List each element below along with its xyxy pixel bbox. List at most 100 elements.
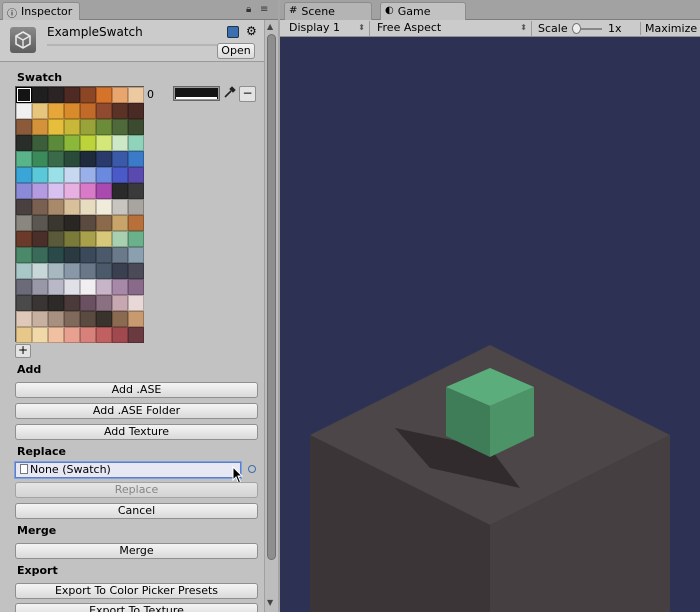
swatch-color-cell[interactable]	[96, 279, 112, 295]
swatch-color-cell[interactable]	[128, 231, 144, 247]
swatch-color-cell[interactable]	[112, 119, 128, 135]
swatch-color-cell[interactable]	[16, 167, 32, 183]
swatch-color-cell[interactable]	[80, 327, 96, 343]
swatch-color-cell[interactable]	[128, 167, 144, 183]
swatch-color-cell[interactable]	[32, 327, 48, 343]
tab-game[interactable]: ◐ Game	[380, 2, 466, 20]
swatch-color-cell[interactable]	[64, 263, 80, 279]
swatch-color-cell[interactable]	[16, 311, 32, 327]
swatch-color-cell[interactable]	[64, 87, 80, 103]
swatch-color-cell[interactable]	[128, 199, 144, 215]
swatch-color-cell[interactable]	[64, 183, 80, 199]
swatch-color-cell[interactable]	[16, 327, 32, 343]
swatch-color-cell[interactable]	[128, 151, 144, 167]
swatch-color-cell[interactable]	[80, 199, 96, 215]
swatch-color-cell[interactable]	[128, 311, 144, 327]
swatch-color-cell[interactable]	[96, 119, 112, 135]
swatch-color-cell[interactable]	[80, 231, 96, 247]
help-book-icon[interactable]	[227, 26, 239, 38]
scroll-up-arrow-icon[interactable]: ▲	[267, 22, 273, 31]
swatch-color-cell[interactable]	[64, 215, 80, 231]
swatch-color-cell[interactable]	[112, 279, 128, 295]
swatch-color-cell[interactable]	[96, 183, 112, 199]
tab-menu-icon[interactable]: ≡	[260, 4, 268, 15]
swatch-color-cell[interactable]	[128, 295, 144, 311]
export-to-presets-button[interactable]: Export To Color Picker Presets	[15, 583, 258, 599]
tab-scene[interactable]: # Scene	[284, 2, 372, 20]
remove-color-button[interactable]: −	[239, 86, 256, 102]
swatch-color-cell[interactable]	[16, 215, 32, 231]
swatch-color-cell[interactable]	[32, 199, 48, 215]
swatch-color-cell[interactable]	[80, 183, 96, 199]
swatch-color-cell[interactable]	[48, 231, 64, 247]
swatch-color-cell[interactable]	[96, 247, 112, 263]
swatch-color-cell[interactable]	[80, 311, 96, 327]
scale-slider-knob[interactable]	[572, 23, 581, 34]
maximize-on-play-toggle[interactable]: Maximize On Play	[640, 22, 700, 35]
swatch-color-cell[interactable]	[64, 119, 80, 135]
object-picker-icon[interactable]	[248, 465, 256, 473]
add-texture-button[interactable]: Add Texture	[15, 424, 258, 440]
swatch-color-cell[interactable]	[112, 263, 128, 279]
swatch-color-cell[interactable]	[128, 247, 144, 263]
swatch-color-cell[interactable]	[96, 231, 112, 247]
swatch-color-cell[interactable]	[16, 103, 32, 119]
export-to-texture-button[interactable]: Export To Texture	[15, 603, 258, 612]
swatch-color-cell[interactable]	[64, 295, 80, 311]
swatch-color-cell[interactable]	[32, 311, 48, 327]
swatch-color-cell[interactable]	[112, 199, 128, 215]
swatch-color-cell[interactable]	[96, 199, 112, 215]
swatch-color-cell[interactable]	[48, 215, 64, 231]
swatch-color-cell[interactable]	[48, 87, 64, 103]
add-ase-button[interactable]: Add .ASE	[15, 382, 258, 398]
swatch-color-cell[interactable]	[112, 151, 128, 167]
swatch-color-cell[interactable]	[64, 167, 80, 183]
add-color-button[interactable]: +	[15, 344, 31, 358]
swatch-color-cell[interactable]	[32, 87, 48, 103]
swatch-color-cell[interactable]	[16, 151, 32, 167]
swatch-color-cell[interactable]	[128, 215, 144, 231]
swatch-color-cell[interactable]	[80, 167, 96, 183]
swatch-color-cell[interactable]	[32, 215, 48, 231]
swatch-color-cell[interactable]	[64, 247, 80, 263]
swatch-color-cell[interactable]	[128, 103, 144, 119]
replace-button[interactable]: Replace	[15, 482, 258, 498]
swatch-color-cell[interactable]	[32, 135, 48, 151]
swatch-color-cell[interactable]	[80, 103, 96, 119]
swatch-color-cell[interactable]	[32, 279, 48, 295]
swatch-color-cell[interactable]	[16, 263, 32, 279]
swatch-color-cell[interactable]	[128, 135, 144, 151]
swatch-color-cell[interactable]	[128, 87, 144, 103]
lock-icon[interactable]: 🔒︎	[246, 4, 251, 15]
swatch-color-cell[interactable]	[32, 167, 48, 183]
swatch-color-cell[interactable]	[112, 327, 128, 343]
swatch-color-cell[interactable]	[32, 103, 48, 119]
swatch-color-cell[interactable]	[96, 327, 112, 343]
swatch-color-cell[interactable]	[48, 199, 64, 215]
swatch-color-cell[interactable]	[32, 183, 48, 199]
swatch-color-cell[interactable]	[112, 311, 128, 327]
swatch-color-cell[interactable]	[16, 247, 32, 263]
display-dropdown[interactable]: Display 1 ⬍	[284, 21, 370, 36]
swatch-color-cell[interactable]	[112, 295, 128, 311]
swatch-color-cell[interactable]	[32, 119, 48, 135]
game-viewport[interactable]	[280, 38, 700, 612]
add-ase-folder-button[interactable]: Add .ASE Folder	[15, 403, 258, 419]
swatch-color-cell[interactable]	[96, 311, 112, 327]
swatch-color-cell[interactable]	[16, 295, 32, 311]
swatch-color-cell[interactable]	[48, 135, 64, 151]
gear-icon[interactable]: ⚙	[246, 24, 257, 38]
swatch-color-cell[interactable]	[48, 183, 64, 199]
swatch-color-cell[interactable]	[128, 263, 144, 279]
swatch-color-cell[interactable]	[80, 135, 96, 151]
swatch-color-cell[interactable]	[48, 151, 64, 167]
swatch-color-cell[interactable]	[96, 295, 112, 311]
swatch-color-cell[interactable]	[32, 263, 48, 279]
swatch-color-cell[interactable]	[96, 151, 112, 167]
inspector-scrollbar[interactable]: ▲ ▼	[264, 20, 278, 612]
swatch-color-cell[interactable]	[96, 215, 112, 231]
swatch-color-cell[interactable]	[16, 199, 32, 215]
swatch-color-cell[interactable]	[48, 295, 64, 311]
eyedropper-icon[interactable]	[223, 85, 237, 103]
swatch-color-cell[interactable]	[48, 247, 64, 263]
